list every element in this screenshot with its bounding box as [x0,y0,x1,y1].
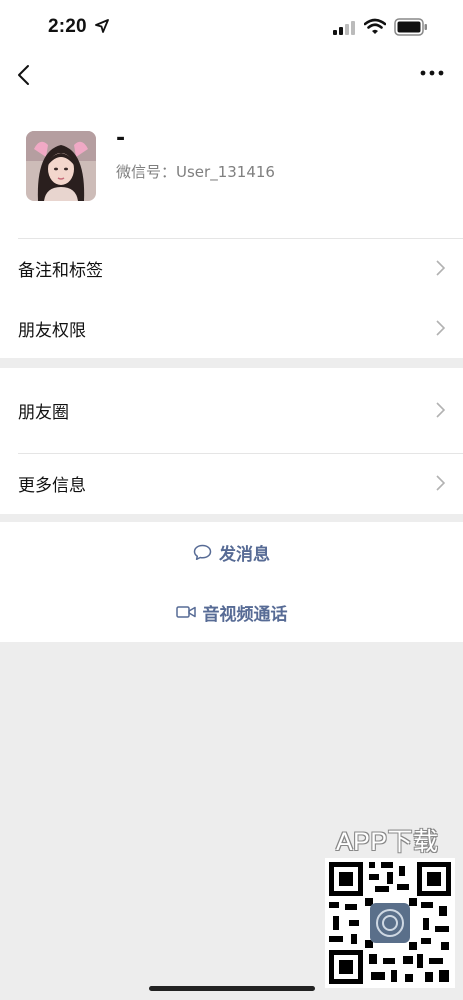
remark-tags-row[interactable]: 备注和标签 [0,238,463,298]
friend-permissions-row[interactable]: 朋友权限 [0,298,463,358]
video-call-label: 音视频通话 [202,604,288,625]
chevron-right-icon [436,260,445,276]
location-arrow-icon [95,19,109,33]
chevron-right-icon [436,475,445,491]
app-download-watermark: APP下载 [336,828,439,856]
more-info-row[interactable]: 更多信息 [0,453,463,513]
qr-code-image [325,858,455,988]
chevron-right-icon [436,320,445,336]
wechat-id: 微信号：User_131416 [116,163,275,181]
moments-row[interactable]: 朋友圈 [0,380,463,440]
home-indicator [149,986,315,991]
chat-bubble-icon [193,544,212,560]
avatar[interactable] [26,131,96,201]
settings-group-1: 备注和标签 朋友权限 [0,238,463,358]
status-time: 2:20 [48,16,87,37]
chevron-right-icon [436,402,445,418]
friend-permissions-label: 朋友权限 [18,321,86,341]
profile-header: - 微信号：User_131416 [0,102,463,238]
profile-nickname: - [116,126,126,151]
back-chevron-icon[interactable] [14,64,36,86]
more-options-icon[interactable] [420,70,444,76]
cellular-signal-icon [333,21,355,35]
wifi-icon [364,18,386,34]
more-info-label: 更多信息 [18,476,86,496]
remark-tags-label: 备注和标签 [18,261,103,281]
video-call-button[interactable]: 音视频通话 [0,582,463,642]
nav-bar [0,56,463,102]
avatar-image [26,131,96,201]
settings-group-2: 朋友圈 更多信息 [0,368,463,514]
moments-label: 朋友圈 [18,403,69,423]
status-bar: 2:20 [0,0,463,56]
video-camera-icon [175,606,196,618]
battery-icon [394,18,427,36]
actions-group: 发消息 音视频通话 [0,522,463,642]
send-message-button[interactable]: 发消息 [0,522,463,582]
send-message-label: 发消息 [219,544,270,565]
